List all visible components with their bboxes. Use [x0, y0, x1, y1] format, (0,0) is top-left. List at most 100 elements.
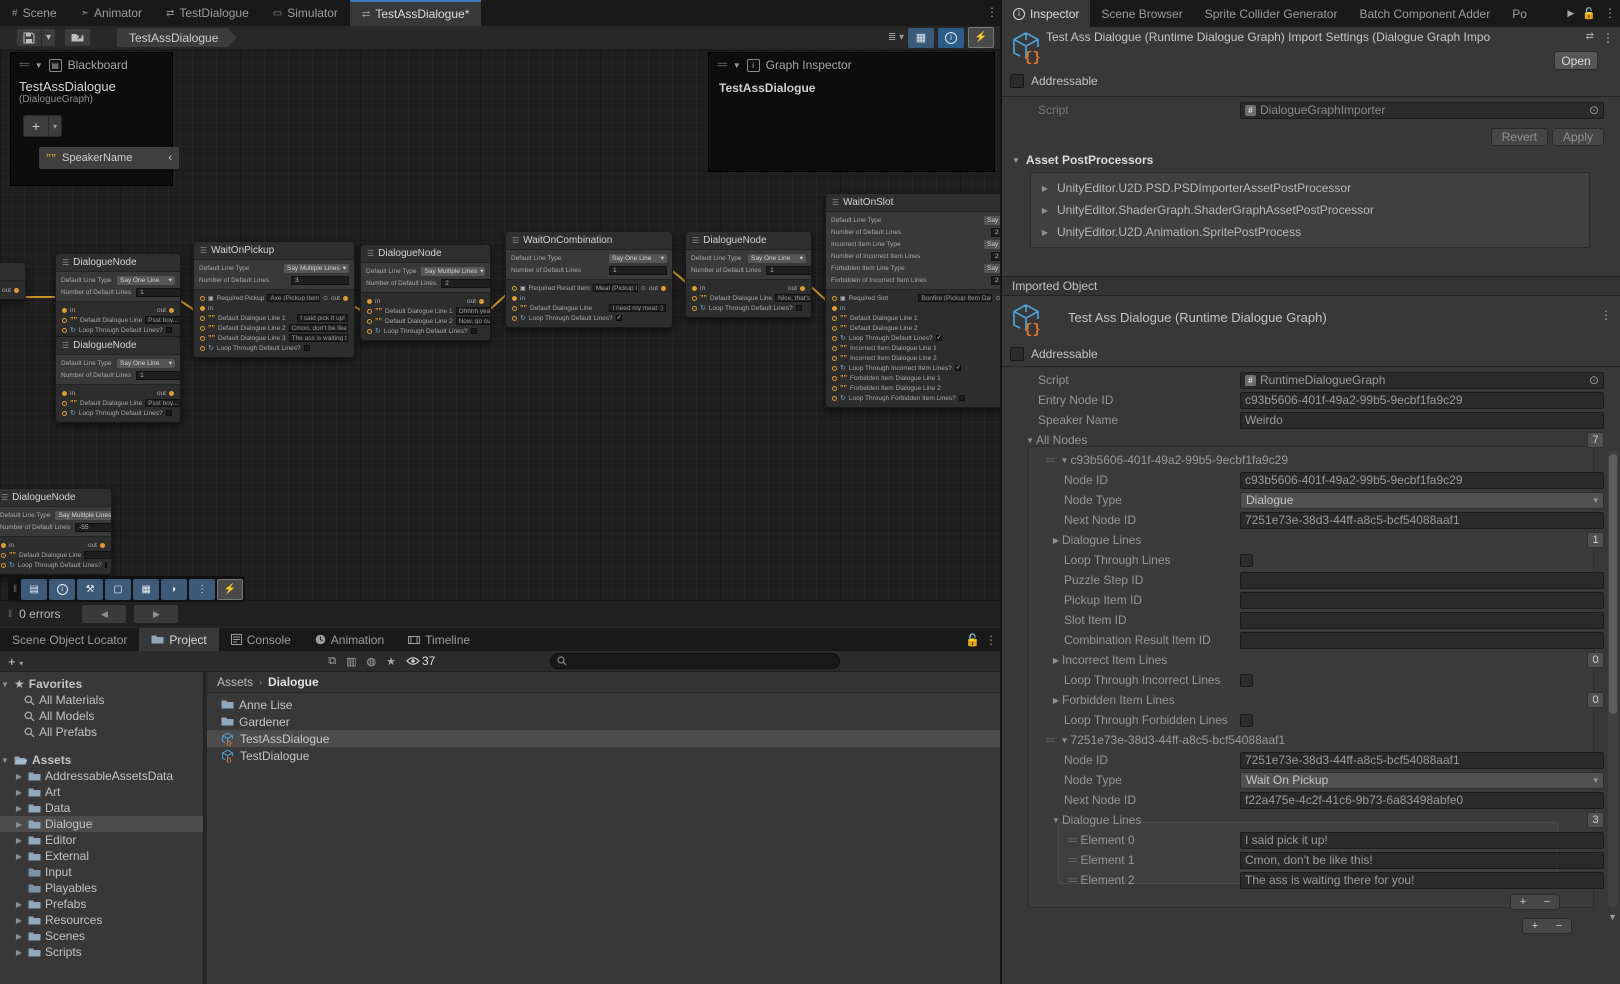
out-dot-icon[interactable] [343, 296, 348, 301]
capture-overlay-button[interactable]: ⚡ [217, 579, 243, 600]
tab-project[interactable]: Project [139, 628, 218, 651]
port-dot-icon[interactable] [692, 286, 697, 291]
create-asset-button[interactable]: + ▾ [8, 654, 23, 669]
drag-handle-icon[interactable]: == [19, 60, 29, 71]
blackboard-toggle-button[interactable]: ▦ [133, 579, 159, 600]
port-dot-icon[interactable] [200, 336, 205, 341]
graph-canvas[interactable]: ==▼▤Blackboard TestAssDialogue (Dialogue… [0, 50, 1000, 600]
script-field[interactable]: #DialogueGraphImporter⊙ [1240, 102, 1604, 119]
port-dot-icon[interactable] [1, 543, 6, 548]
row-checkbox[interactable] [1240, 674, 1253, 687]
value-field[interactable] [1240, 572, 1604, 589]
port-value-field[interactable]: I said pick it up! [297, 314, 348, 322]
graph-node-dialogue-node-3[interactable]: ☰DialogueNodeDefault Line TypeSay Multip… [360, 244, 491, 341]
postprocessor-row[interactable]: ▶UnityEditor.U2D.PSD.PSDImporterAssetPos… [1031, 177, 1589, 199]
port-value-field[interactable]: Cmon, don't be like this! [289, 324, 348, 332]
port-dot-icon[interactable] [62, 328, 67, 333]
port-dot-icon[interactable] [512, 316, 517, 321]
save-dropdown-button[interactable]: ▾ [42, 28, 56, 47]
alert-icon[interactable]: ◍ [367, 655, 377, 668]
out-dot-icon[interactable] [800, 286, 805, 291]
value-field[interactable]: #RuntimeDialogueGraph⊙ [1240, 372, 1604, 389]
file-row-gardener[interactable]: Gardener [207, 713, 1000, 730]
port-value-field[interactable]: Bonfire (Pickup Item Data) [918, 294, 992, 302]
port-dot-icon[interactable] [832, 306, 837, 311]
out-dot-icon[interactable] [169, 308, 174, 313]
port-dot-icon[interactable] [832, 376, 837, 381]
value-field[interactable]: c93b5606-401f-49a2-99b5-9ecbf1fa9c29 [1240, 392, 1604, 409]
imported-object-kebab-icon[interactable]: ⋮ [1600, 308, 1612, 322]
lock-icon[interactable]: 🔓 [1582, 7, 1596, 20]
file-row-testassdialogue[interactable]: {}TestAssDialogue [207, 730, 1000, 747]
project-search-input[interactable] [550, 653, 840, 669]
prop-number-field[interactable]: 1 [766, 266, 812, 275]
inspector-tab-inspector[interactable]: iInspector [1002, 0, 1090, 27]
port-dot-icon[interactable] [200, 306, 205, 311]
tree-item-dialogue[interactable]: ▶Dialogue [0, 816, 203, 832]
prop-dropdown[interactable]: Say One Line▾ [117, 276, 175, 285]
port-dot-icon[interactable] [692, 306, 697, 311]
node-header[interactable]: ☰DialogueNode [56, 254, 180, 272]
port-dot-icon[interactable] [62, 318, 67, 323]
prop-number-field[interactable]: 2 [991, 276, 1000, 285]
drag-handle-icon[interactable]: == [1068, 855, 1077, 865]
port-dot-icon[interactable] [512, 296, 517, 301]
tab-testdialogue[interactable]: ⇄TestDialogue [154, 0, 261, 26]
bottom-pane-kebab-icon[interactable]: ⋮ [985, 633, 997, 647]
tree-item-data[interactable]: ▶Data [0, 800, 203, 816]
port-value-field[interactable]: Psst boy... W [145, 316, 181, 324]
search-by-type-icon[interactable]: ⧉ [328, 655, 336, 668]
tree-item-playables[interactable]: Playables [0, 880, 203, 896]
graph-node-dialogue-node-2[interactable]: ☰DialogueNodeDefault Line TypeSay One Li… [55, 336, 181, 423]
pane-divider[interactable] [1000, 0, 1002, 984]
tree-item-scripts[interactable]: ▶Scripts [0, 944, 203, 960]
tree-item-scenes[interactable]: ▶Scenes [0, 928, 203, 944]
port-dot-icon[interactable] [832, 366, 837, 371]
prop-number-field[interactable]: 1 [609, 266, 667, 275]
node-header[interactable]: ☰DialogueNode [361, 245, 490, 263]
object-picker-icon[interactable]: ⊙ [323, 295, 328, 302]
prop-dropdown[interactable]: Say Multiple Lines▾ [284, 264, 349, 273]
package-filter-icon[interactable]: ▥ [346, 655, 356, 668]
port-dot-icon[interactable] [62, 401, 67, 406]
expand-arrow-icon[interactable]: ▶ [14, 804, 24, 813]
scroll-down-arrow-icon[interactable]: ▼ [1608, 912, 1617, 922]
port-dot-icon[interactable] [1, 553, 6, 558]
port-dot-icon[interactable] [832, 296, 837, 301]
port-checkbox[interactable] [471, 328, 477, 334]
port-dot-icon[interactable] [832, 316, 837, 321]
inspector-scrollbar[interactable] [1608, 450, 1618, 908]
foldout-arrow-icon[interactable]: ▼ [1059, 736, 1071, 745]
foldout-arrow-icon[interactable]: ▼ [1050, 816, 1062, 825]
favorites-filter-icon[interactable]: ★ [386, 655, 396, 668]
tab-console[interactable]: Console [219, 628, 303, 651]
prop-number-field[interactable]: 2 [441, 279, 491, 288]
tree-favorites[interactable]: ▼★Favorites [0, 676, 203, 692]
foldout-arrow-icon[interactable]: ▶ [1050, 696, 1062, 705]
addressable-checkbox[interactable] [1010, 74, 1024, 88]
tree-item-all-materials[interactable]: All Materials [0, 692, 203, 708]
add-dialogue-lines-button[interactable]: + [1511, 895, 1535, 909]
port-checkbox[interactable] [105, 562, 107, 568]
prop-dropdown[interactable]: Say Multiple Lines▾ [984, 264, 1000, 273]
prop-number-field[interactable]: 1 [136, 288, 181, 297]
port-dot-icon[interactable] [367, 319, 372, 324]
expand-arrow-icon[interactable]: ▶ [14, 788, 24, 797]
prop-dropdown[interactable]: Say Multiple Lines▾ [55, 511, 112, 520]
row-checkbox[interactable] [1240, 714, 1253, 727]
expand-arrow-icon[interactable]: ▶ [14, 836, 24, 845]
port-value-field[interactable]: Now, go cut... [456, 317, 491, 325]
port-dot-icon[interactable] [832, 356, 837, 361]
port-value-field[interactable]: Nice, that's it [775, 294, 812, 302]
node-header[interactable]: ☰DialogueNode [686, 232, 811, 250]
bottom-lock-icon[interactable]: 🔓 [965, 633, 980, 647]
prop-number-field[interactable]: 2 [991, 228, 1000, 237]
expand-arrow-icon[interactable]: ▶ [14, 948, 24, 957]
postprocessor-row[interactable]: ▶UnityEditor.ShaderGraph.ShaderGraphAsse… [1031, 199, 1589, 221]
graph-node-wait-on-slot[interactable]: ☰WaitOnSlotDefault Line TypeSay Multiple… [825, 193, 1000, 408]
importer-kebab-icon[interactable]: ⋮ [1602, 31, 1614, 45]
drag-handle-icon[interactable]: == [1068, 835, 1077, 845]
graph-node-dialogue-node-4[interactable]: ☰DialogueNodeDefault Line TypeSay One Li… [685, 231, 812, 318]
drag-handle-icon[interactable]: == [717, 60, 727, 71]
port-dot-icon[interactable] [832, 336, 837, 341]
